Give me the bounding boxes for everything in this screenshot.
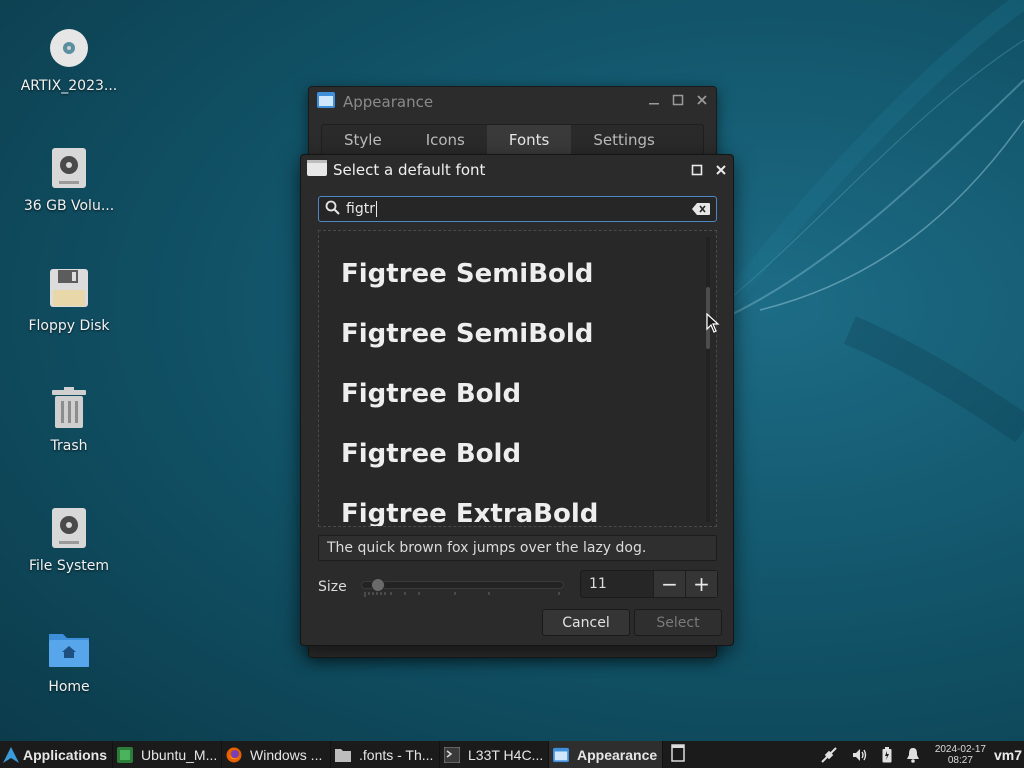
volume-icon[interactable] bbox=[852, 747, 868, 763]
notification-bell-icon[interactable] bbox=[906, 747, 920, 763]
taskbar-item-label: Appearance bbox=[577, 746, 658, 763]
select-button[interactable]: Select bbox=[634, 609, 722, 636]
font-dialog-titlebar[interactable]: Select a default font bbox=[301, 155, 733, 185]
terminal-green-icon bbox=[117, 746, 133, 763]
taskbar-item-fonts-folder[interactable]: .fonts - Th... bbox=[331, 741, 440, 768]
appearance-tabs: Style Icons Fonts Settings bbox=[321, 124, 704, 156]
size-slider[interactable] bbox=[361, 578, 564, 592]
increase-size-button[interactable]: + bbox=[685, 571, 717, 597]
firefox-icon bbox=[226, 747, 242, 763]
font-search-input[interactable]: figtr bbox=[318, 196, 717, 222]
taskbar-item-label: Windows ... bbox=[250, 746, 323, 763]
desktop-icon-home[interactable]: Home bbox=[9, 627, 129, 695]
desktop-icon-label: File System bbox=[28, 558, 110, 574]
desktop-icon-label: Home bbox=[48, 679, 90, 695]
desktop-icon-label: 36 GB Volu... bbox=[23, 198, 115, 214]
window-icon bbox=[671, 744, 685, 765]
taskbar-item-ubuntu[interactable]: Ubuntu_M... bbox=[113, 741, 222, 768]
maximize-icon[interactable] bbox=[672, 94, 684, 110]
taskbar-item-firefox[interactable]: Windows ... bbox=[222, 741, 331, 768]
battery-icon[interactable] bbox=[882, 746, 892, 763]
taskbar-item-label: L33T H4C... bbox=[468, 746, 544, 763]
taskbar-item-label: Ubuntu_M... bbox=[141, 746, 218, 763]
taskbar-item-appearance[interactable]: Appearance bbox=[549, 741, 663, 768]
size-value-input[interactable]: 11 bbox=[581, 576, 653, 592]
minimize-icon[interactable] bbox=[648, 94, 660, 110]
desktop-icon-label: Trash bbox=[50, 438, 88, 454]
font-list[interactable]: ˘ Figtree SemiBold Figtree SemiBold Figt… bbox=[318, 230, 717, 527]
list-item[interactable]: Figtree ExtraBold bbox=[341, 499, 598, 526]
taskbar-item-terminal[interactable]: L33T H4C... bbox=[440, 741, 549, 768]
appearance-icon bbox=[553, 747, 569, 763]
taskbar-item-label: .fonts - Th... bbox=[359, 746, 434, 763]
search-query: figtr bbox=[346, 201, 375, 217]
folder-icon bbox=[335, 747, 351, 763]
taskbar: Applications ⋮ Ubuntu_M... Windows ... .… bbox=[0, 741, 1024, 768]
appearance-app-icon bbox=[317, 92, 335, 112]
show-desktop-button[interactable] bbox=[663, 741, 693, 768]
list-item[interactable]: Figtree SemiBold bbox=[341, 319, 593, 349]
system-tray: 2024-02-17 08:27 vm7 bbox=[813, 741, 1024, 768]
maximize-icon[interactable] bbox=[691, 161, 703, 180]
tab-icons[interactable]: Icons bbox=[404, 125, 487, 155]
dialog-window-icon bbox=[307, 160, 327, 180]
size-label: Size bbox=[318, 579, 347, 595]
list-item[interactable]: Figtree Bold bbox=[341, 439, 521, 469]
close-icon[interactable] bbox=[696, 94, 708, 110]
list-item[interactable]: Figtree SemiBold bbox=[341, 259, 593, 289]
desktop-icon-filesystem[interactable]: File System bbox=[9, 506, 129, 574]
list-item-partial: ˘ bbox=[341, 231, 351, 239]
desktop-icon-volume[interactable]: 36 GB Volu... bbox=[9, 146, 129, 214]
network-icon[interactable] bbox=[820, 746, 838, 764]
slider-handle[interactable] bbox=[371, 578, 385, 592]
clock-date: 2024-02-17 bbox=[934, 743, 986, 755]
search-icon bbox=[325, 200, 340, 219]
drive-icon bbox=[47, 146, 91, 190]
font-dialog: Select a default font figtr ˘ Figtree Se… bbox=[300, 154, 734, 646]
size-spinbox: 11 − + bbox=[580, 570, 718, 598]
font-preview-field[interactable]: The quick brown fox jumps over the lazy … bbox=[318, 535, 717, 561]
cancel-button[interactable]: Cancel bbox=[542, 609, 630, 636]
terminal-icon bbox=[444, 746, 460, 763]
appearance-title: Appearance bbox=[343, 93, 434, 111]
list-item[interactable]: Figtree Bold bbox=[341, 379, 521, 409]
clock[interactable]: 2024-02-17 08:27 bbox=[935, 744, 986, 766]
clear-search-icon[interactable] bbox=[692, 200, 710, 219]
close-icon[interactable] bbox=[715, 161, 727, 180]
slider-ticks bbox=[364, 592, 560, 597]
drive-icon bbox=[47, 506, 91, 550]
desktop-icon-floppy[interactable]: Floppy Disk bbox=[9, 266, 129, 334]
tab-settings[interactable]: Settings bbox=[571, 125, 677, 155]
floppy-icon bbox=[47, 266, 91, 310]
applications-label: Applications bbox=[23, 746, 108, 763]
disc-icon bbox=[47, 26, 91, 70]
desktop-icon-artix[interactable]: ARTIX_2023... bbox=[9, 26, 129, 94]
trash-icon bbox=[47, 386, 91, 430]
desktop-icon-label: ARTIX_2023... bbox=[20, 78, 118, 94]
desktop-icon-label: Floppy Disk bbox=[28, 318, 110, 334]
home-folder-icon bbox=[47, 627, 91, 671]
scrollbar-track[interactable] bbox=[706, 237, 710, 522]
clock-time: 08:27 bbox=[947, 754, 973, 766]
artix-logo-icon bbox=[3, 746, 19, 763]
mouse-pointer-icon bbox=[706, 313, 720, 333]
applications-menu-button[interactable]: Applications ⋮ bbox=[0, 741, 113, 768]
decrease-size-button[interactable]: − bbox=[653, 571, 685, 597]
font-dialog-title: Select a default font bbox=[333, 161, 486, 179]
appearance-titlebar[interactable]: Appearance bbox=[309, 87, 716, 117]
desktop-icon-trash[interactable]: Trash bbox=[9, 386, 129, 454]
tab-style[interactable]: Style bbox=[322, 125, 404, 155]
user-name[interactable]: vm7 bbox=[994, 747, 1022, 763]
text-caret bbox=[375, 201, 377, 217]
tab-fonts[interactable]: Fonts bbox=[486, 125, 572, 155]
